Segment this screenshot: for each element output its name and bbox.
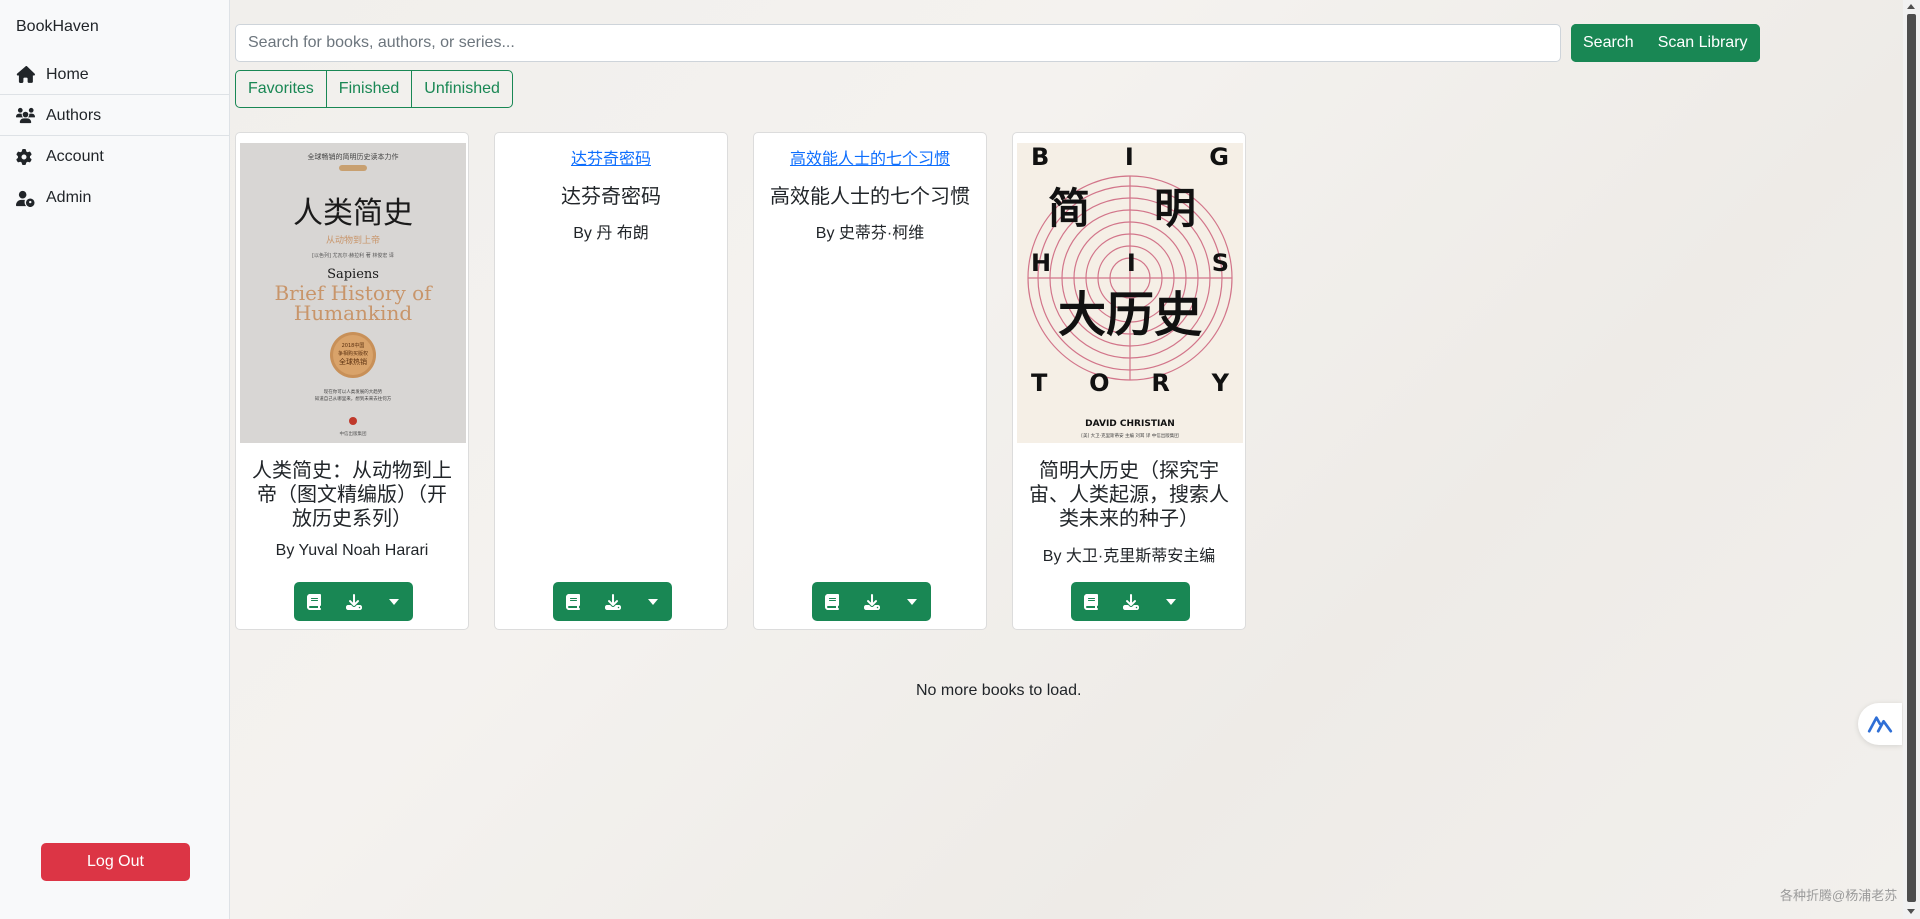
scroll-up-arrow-icon[interactable] — [1907, 4, 1915, 9]
book-cover-image[interactable]: 高效能人士的七个习惯 — [754, 145, 986, 169]
cover-title-cn: 人类简史 — [293, 196, 413, 231]
scan-library-button[interactable]: Scan Library — [1645, 24, 1760, 62]
download-icon[interactable] — [852, 582, 892, 621]
filter-finished[interactable]: Finished — [327, 71, 413, 107]
sidebar-item-label: Authors — [46, 106, 102, 124]
download-icon[interactable] — [334, 582, 374, 621]
book-title[interactable]: 达芬奇密码 — [507, 185, 715, 209]
sidebar-item-label: Admin — [46, 189, 92, 206]
cover-cn-1: 简 — [1048, 184, 1090, 233]
scroll-thumb[interactable] — [1907, 14, 1916, 902]
chevron-down-icon[interactable] — [1151, 582, 1190, 621]
book-author: By 史蒂芬·柯维 — [815, 225, 925, 242]
book-cover-image[interactable]: 全球畅销的简明历史读本力作 人类简史 从动物到上帝 [以色列] 尤瓦尔·赫拉利 … — [240, 143, 466, 443]
sidebar: BookHaven Home Authors Account Admin Log… — [0, 0, 230, 919]
watermark: 各种折腾@杨浦老苏 — [1780, 888, 1898, 903]
book-actions — [1071, 582, 1190, 621]
chevron-down-icon[interactable] — [892, 582, 931, 621]
logout-button[interactable]: Log Out — [41, 843, 190, 881]
sidebar-item-admin[interactable]: Admin — [0, 178, 230, 218]
book-author: By Yuval Noah Harari — [275, 542, 429, 559]
book-author: By 丹 布朗 — [573, 225, 649, 242]
filter-unfinished[interactable]: Unfinished — [412, 71, 512, 107]
download-icon[interactable] — [593, 582, 633, 621]
sidebar-item-account[interactable]: Account — [0, 137, 230, 177]
assistant-logo-icon — [1867, 716, 1893, 733]
assistant-float-button[interactable] — [1858, 703, 1902, 745]
cover-credits: [美] 大卫·克里斯蒂安 主编 刘耳 译 中信出版集团 — [1081, 432, 1179, 439]
home-icon — [16, 66, 38, 84]
sidebar-item-label: Account — [46, 148, 104, 165]
book-card[interactable]: 全球畅销的简明历史读本力作 人类简史 从动物到上帝 [以色列] 尤瓦尔·赫拉利 … — [235, 132, 469, 630]
filter-favorites[interactable]: Favorites — [236, 71, 327, 107]
read-book-icon[interactable] — [812, 582, 852, 621]
search-input[interactable] — [235, 24, 1561, 62]
book-actions — [553, 582, 672, 621]
read-book-icon[interactable] — [553, 582, 593, 621]
download-icon[interactable] — [1111, 582, 1151, 621]
cover-footer-2: 知道自己从哪里来，想到未来去往何方 — [315, 395, 392, 402]
cover-footer-1: 现在你可以人类发展的大趋势 — [324, 388, 383, 395]
book-actions — [294, 582, 413, 621]
book-title[interactable]: 简明大历史（探究宇宙、人类起源，搜索人类未来的种子） — [1025, 459, 1233, 531]
users-icon — [16, 107, 38, 125]
read-book-icon[interactable] — [1071, 582, 1111, 621]
no-more-books-status: No more books to load. — [916, 682, 1082, 699]
sidebar-item-label: Home — [46, 65, 89, 83]
cover-cn-3: 大历史 — [1058, 287, 1202, 343]
book-card[interactable]: 达芬奇密码 达芬奇密码 By 丹 布朗 — [494, 132, 728, 630]
book-cover-image[interactable]: B I G H I S T O R Y 简 明 大历史 DAVID CHRIST… — [1017, 143, 1243, 443]
search-button-group: Search Scan Library — [1571, 24, 1760, 62]
book-cover-image[interactable]: 达芬奇密码 — [495, 145, 727, 169]
filter-group: Favorites Finished Unfinished — [235, 70, 513, 108]
cover-title-en: Sapiens — [327, 267, 379, 282]
cover-top-text: 全球畅销的简明历史读本力作 — [308, 152, 399, 161]
search-button[interactable]: Search — [1571, 24, 1646, 62]
cover-publisher: 中信出版集团 — [340, 430, 367, 437]
cover-badge-3: 全球热销 — [339, 357, 367, 366]
sidebar-item-home[interactable]: Home — [0, 55, 230, 95]
book-actions — [812, 582, 931, 621]
sidebar-item-authors[interactable]: Authors — [0, 96, 230, 136]
chevron-down-icon[interactable] — [374, 582, 413, 621]
cover-subtitle-cn: 从动物到上帝 — [326, 234, 380, 246]
brand-title[interactable]: BookHaven — [16, 18, 99, 36]
gear-icon — [16, 148, 38, 166]
book-author: By 大卫·克里斯蒂安主编 — [1042, 548, 1216, 565]
cover-author-line: [以色列] 尤瓦尔·赫拉利 著 林俊宏 译 — [312, 252, 394, 259]
cover-author-en: DAVID CHRISTIAN — [1085, 419, 1175, 429]
chevron-down-icon[interactable] — [633, 582, 672, 621]
user-cog-icon — [16, 189, 38, 207]
book-title[interactable]: 人类简史：从动物到上帝（图文精编版）（开放历史系列） — [248, 459, 456, 531]
book-card[interactable]: 高效能人士的七个习惯 高效能人士的七个习惯 By 史蒂芬·柯维 — [753, 132, 987, 630]
book-title[interactable]: 高效能人士的七个习惯 — [766, 185, 974, 209]
scroll-down-arrow-icon[interactable] — [1907, 909, 1915, 914]
book-card[interactable]: B I G H I S T O R Y 简 明 大历史 DAVID CHRIST… — [1012, 132, 1246, 630]
page-scrollbar[interactable] — [1903, 0, 1920, 919]
cover-title-en-3: Humankind — [294, 301, 412, 325]
read-book-icon[interactable] — [294, 582, 334, 621]
cover-badge-2: 争相购买版权 — [338, 350, 368, 357]
cover-cn-2: 明 — [1154, 184, 1196, 233]
cover-badge-1: 2018中国 — [342, 342, 365, 349]
